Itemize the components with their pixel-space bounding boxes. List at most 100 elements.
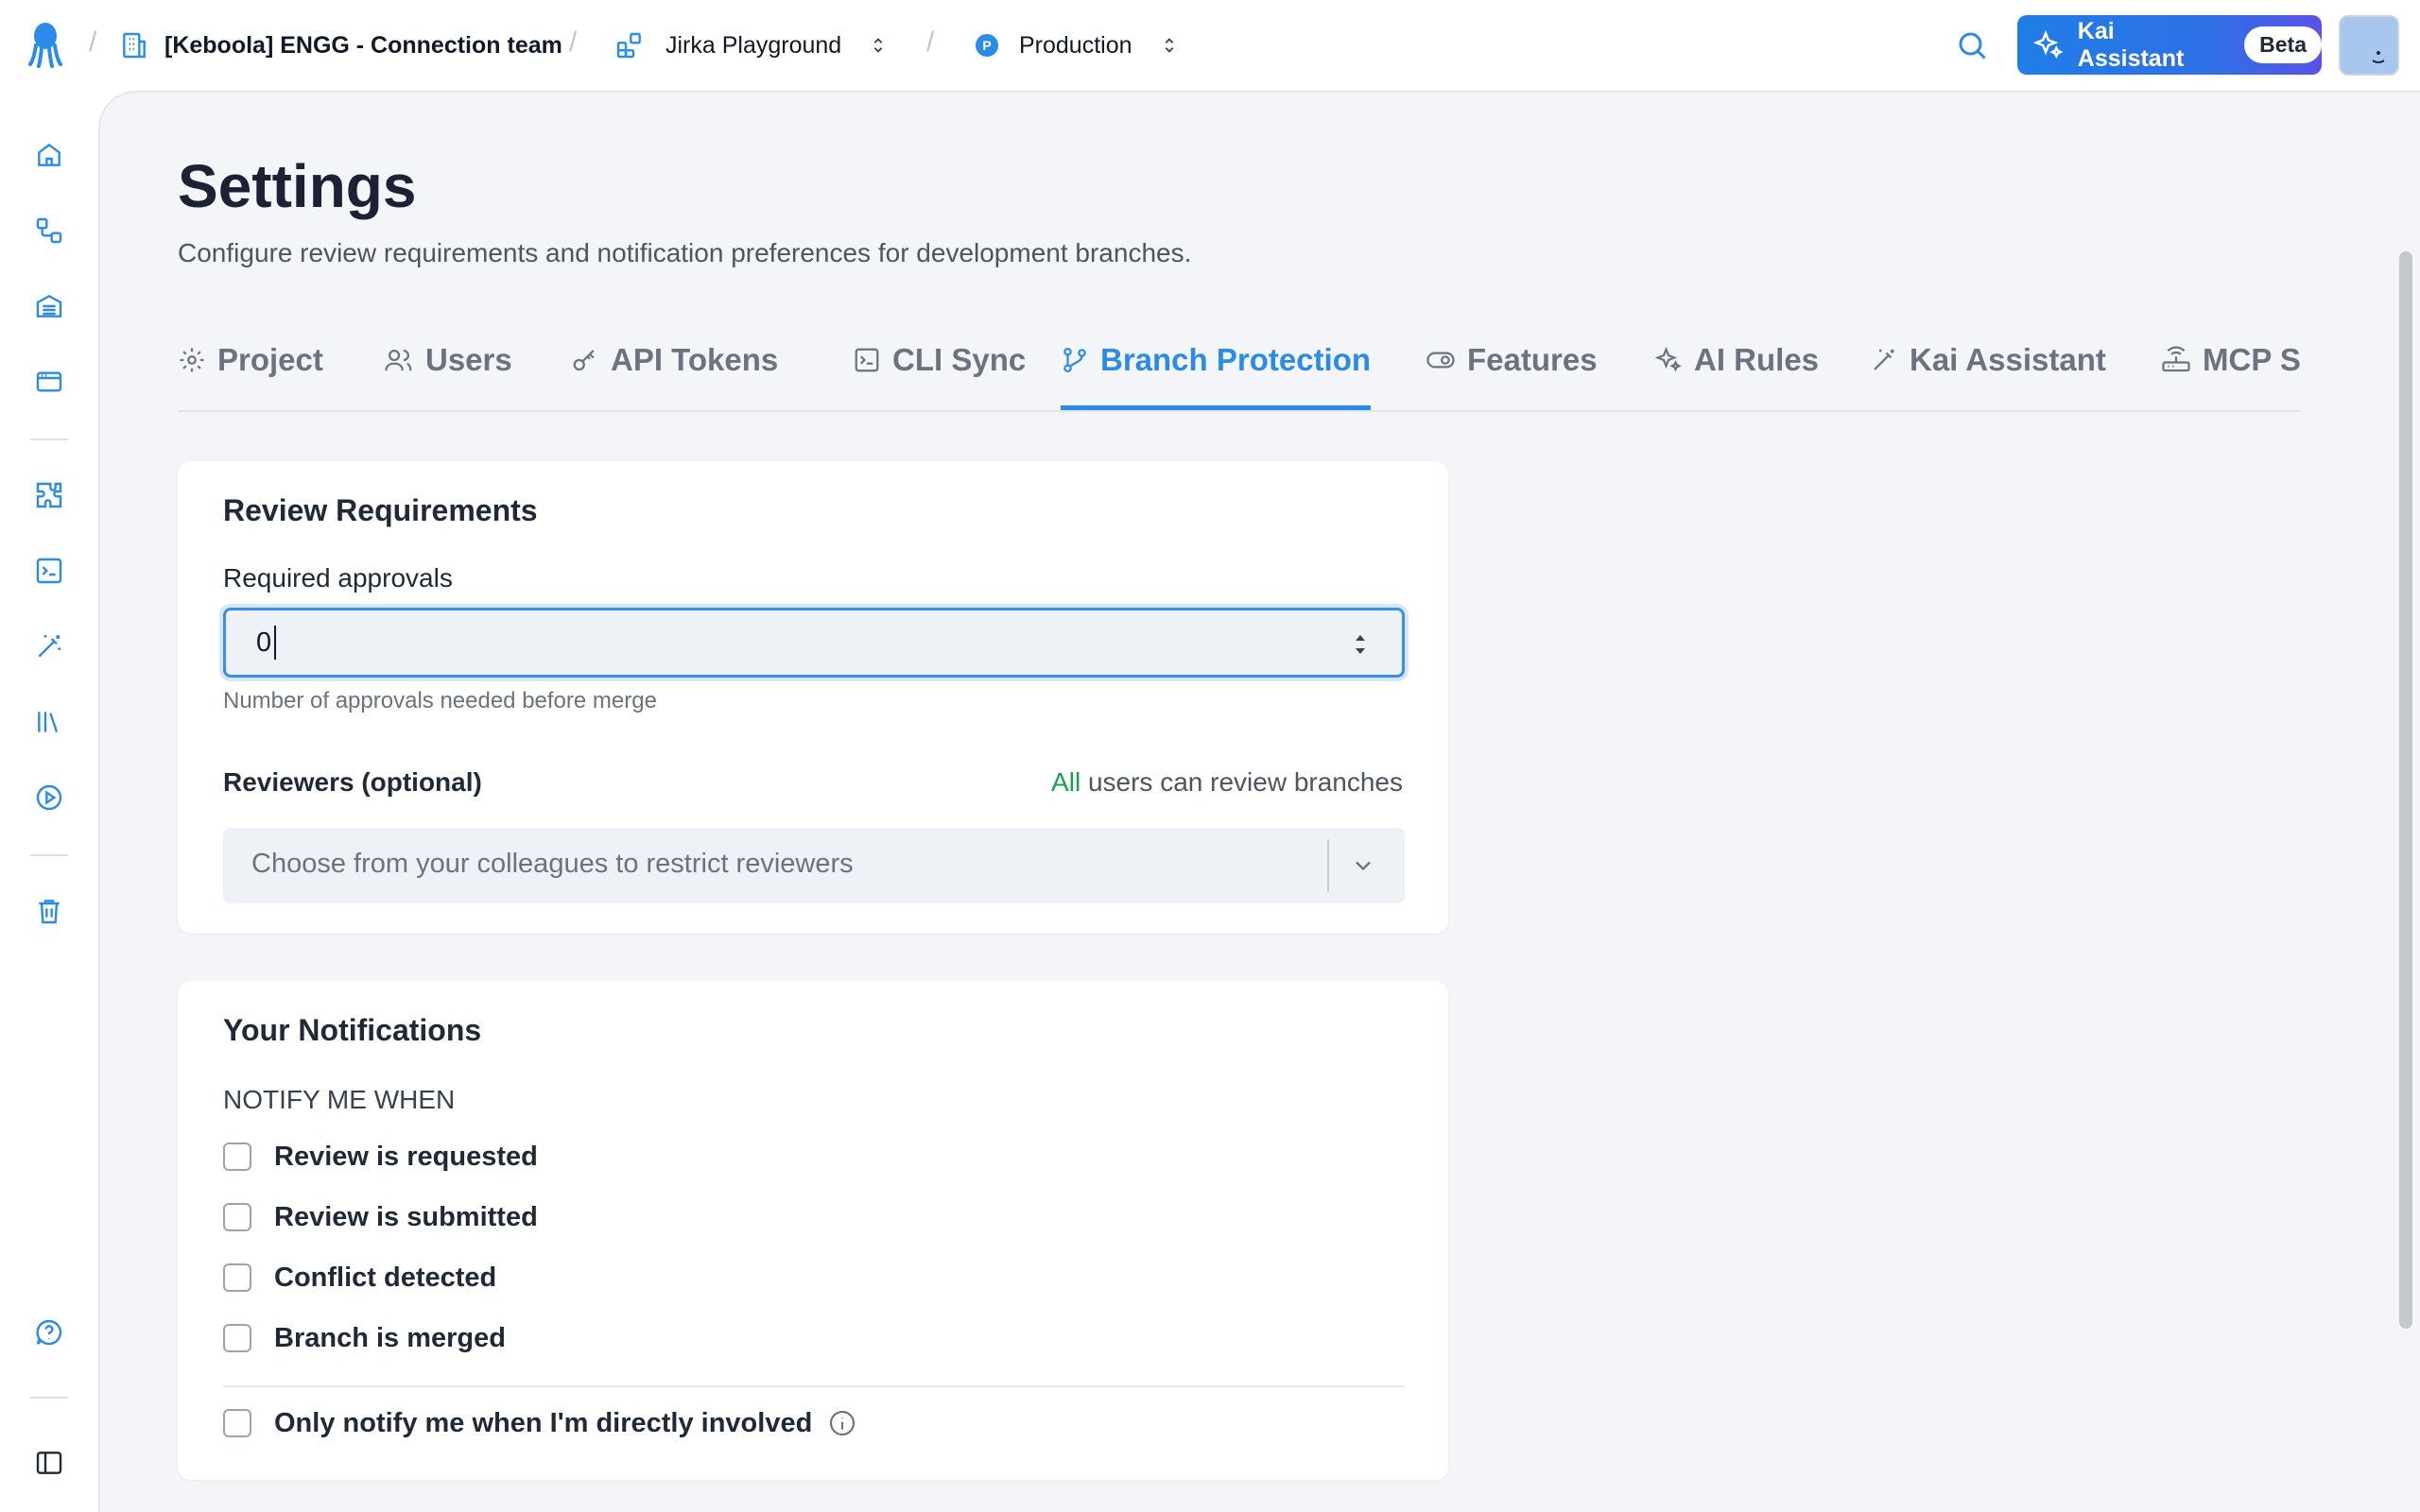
breadcrumb-separator: / — [89, 26, 97, 58]
help-icon[interactable] — [30, 1314, 68, 1351]
beta-badge: Beta — [2244, 26, 2322, 63]
tab-label: AI Rules — [1694, 342, 1820, 377]
scrollbar[interactable] — [2392, 149, 2420, 1512]
breadcrumb-project[interactable]: Jirka Playground — [614, 26, 889, 64]
tab-mcp-server[interactable]: MCP Se — [2161, 323, 2301, 410]
breadcrumb-organization[interactable]: [Keboola] ENGG - Connection team — [119, 26, 562, 64]
option-label: Review is submitted — [274, 1201, 538, 1232]
sidebar-divider — [30, 1397, 68, 1399]
tab-api-tokens[interactable]: API Tokens — [571, 323, 778, 410]
settings-tabs: Project Users API Tokens CLI Sync Branch… — [178, 323, 2301, 412]
checkbox[interactable] — [223, 1324, 251, 1352]
storage-icon[interactable] — [30, 287, 68, 325]
notifications-card: Your Notifications NOTIFY ME WHEN Review… — [178, 981, 1448, 1480]
notify-conflict-detected-option[interactable]: Conflict detected — [223, 1259, 496, 1297]
tab-label: Kai Assistant — [1910, 342, 2106, 377]
tab-label: Branch Protection — [1100, 342, 1372, 377]
reviewers-note: All users can review branches — [1051, 767, 1403, 798]
checkbox[interactable] — [223, 1203, 251, 1231]
notify-review-submitted-option[interactable]: Review is submitted — [223, 1198, 538, 1236]
search-button[interactable] — [1955, 28, 1989, 62]
jobs-icon[interactable] — [30, 779, 68, 816]
tab-ai-rules[interactable]: AI Rules — [1654, 323, 1819, 410]
tab-label: CLI Sync — [892, 342, 1027, 377]
gear-icon — [180, 348, 204, 372]
select-divider — [1327, 839, 1329, 892]
checkbox[interactable] — [223, 1263, 251, 1292]
sparkles-icon — [1654, 346, 1682, 372]
reviewers-label: Reviewers (optional) — [223, 767, 482, 797]
number-spinner-icon[interactable] — [1353, 629, 1368, 660]
kai-assistant-label: Kai Assistant — [2077, 17, 2185, 72]
required-approvals-label: Required approvals — [223, 563, 453, 593]
notify-me-when-label: NOTIFY ME WHEN — [223, 1085, 456, 1114]
breadcrumb-branch[interactable]: P Production — [976, 26, 1180, 64]
chevron-up-down-icon — [873, 38, 883, 53]
sparkles-icon — [2032, 29, 2064, 59]
transformations-icon[interactable] — [30, 552, 68, 590]
tab-branch-protection[interactable]: Branch Protection — [1061, 323, 1372, 410]
tab-kai-assistant[interactable]: Kai Assistant — [1870, 323, 2106, 410]
checkbox[interactable] — [223, 1143, 251, 1171]
wand-icon — [1874, 349, 1894, 370]
tab-features[interactable]: Features — [1426, 323, 1598, 410]
avatar-face-icon — [2341, 17, 2397, 74]
reviewers-placeholder: Choose from your colleagues to restrict … — [251, 849, 854, 879]
required-approvals-input[interactable]: 0 — [223, 608, 1405, 678]
users-icon — [385, 350, 412, 371]
chevron-down-icon[interactable] — [1350, 852, 1376, 879]
trash-icon[interactable] — [30, 892, 68, 930]
tab-label: Project — [217, 342, 323, 377]
workspaces-icon[interactable] — [30, 363, 68, 401]
breadcrumb-separator: / — [926, 26, 935, 58]
checkbox[interactable] — [223, 1409, 251, 1437]
reviewers-note-all: All — [1051, 767, 1081, 797]
tab-label: API Tokens — [611, 342, 779, 377]
option-label: Branch is merged — [274, 1322, 506, 1353]
flows-icon[interactable] — [30, 212, 68, 249]
toggle-icon — [1426, 352, 1455, 369]
tab-project[interactable]: Project — [178, 323, 323, 410]
branch-icon — [1063, 348, 1086, 372]
text-caret — [274, 626, 276, 660]
breadcrumb-separator: / — [569, 26, 578, 58]
project-blocks-icon — [616, 32, 641, 59]
library-icon[interactable] — [30, 703, 68, 741]
tab-cli-sync[interactable]: CLI Sync — [853, 323, 1026, 410]
search-icon — [1959, 32, 1986, 60]
notifications-title: Your Notifications — [223, 1013, 482, 1047]
home-icon[interactable] — [30, 136, 68, 174]
user-avatar[interactable] — [2339, 15, 2399, 76]
option-label: Only notify me when I'm directly involve… — [274, 1407, 813, 1438]
terminal-icon — [855, 348, 879, 372]
notify-review-requested-option[interactable]: Review is requested — [223, 1138, 538, 1176]
review-requirements-title: Review Requirements — [223, 493, 538, 527]
sidebar-divider — [30, 854, 68, 856]
tab-label: Features — [1467, 342, 1598, 377]
notify-direct-only-option[interactable]: Only notify me when I'm directly involve… — [223, 1404, 857, 1442]
required-approvals-hint: Number of approvals needed before merge — [223, 688, 657, 713]
chevron-up-down-icon — [1165, 38, 1173, 53]
ai-wand-icon[interactable] — [30, 627, 68, 665]
info-icon[interactable] — [827, 1408, 857, 1438]
option-label: Conflict detected — [274, 1262, 497, 1293]
production-badge: P — [976, 34, 998, 57]
project-name: Jirka Playground — [666, 31, 842, 59]
sidebar-divider — [30, 438, 68, 440]
tab-users[interactable]: Users — [384, 323, 512, 410]
main-content: Settings Configure review requirements a… — [98, 91, 2420, 1512]
notifications-divider — [223, 1385, 1405, 1387]
kai-assistant-button[interactable]: Kai Assistant Beta — [2017, 15, 2322, 75]
tab-label: MCP Se — [2203, 342, 2301, 377]
sidebar — [0, 91, 98, 1512]
reviewers-select[interactable]: Choose from your colleagues to restrict … — [223, 828, 1405, 903]
notify-branch-merged-option[interactable]: Branch is merged — [223, 1319, 506, 1357]
router-icon — [2162, 346, 2190, 372]
key-icon — [573, 350, 595, 371]
option-label: Review is requested — [274, 1141, 538, 1172]
keboola-logo-icon[interactable] — [26, 21, 64, 68]
components-icon[interactable] — [30, 476, 68, 514]
collapse-sidebar-icon[interactable] — [30, 1444, 68, 1482]
scrollbar-thumb[interactable] — [2399, 251, 2412, 1329]
branch-name: Production — [1019, 31, 1132, 59]
